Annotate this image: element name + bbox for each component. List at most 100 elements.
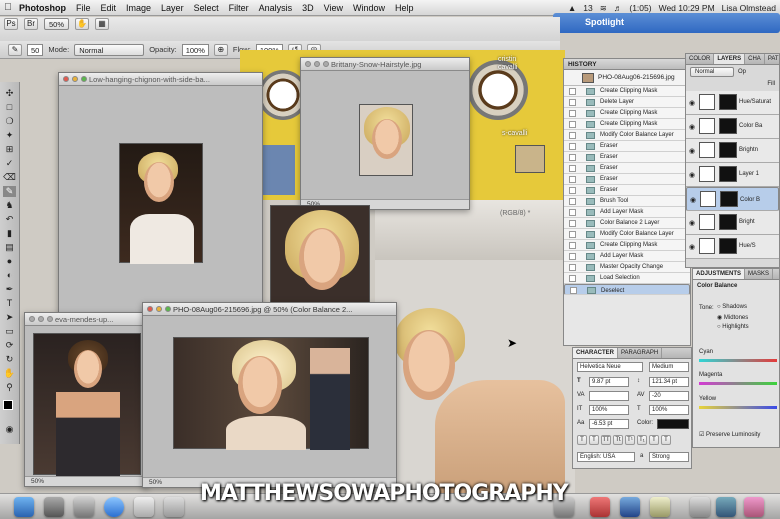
close-button[interactable] [29,316,35,322]
history-brush-source-box[interactable] [570,287,577,294]
eraser-tool-icon[interactable]: ▮ [3,228,16,239]
tab-masks[interactable]: MASKS [745,269,774,279]
layer-mask-thumbnail[interactable] [719,238,737,254]
anti-alias-select[interactable]: Strong [649,452,689,462]
blend-mode-select[interactable]: Normal [690,67,734,77]
menu-image[interactable]: Image [121,3,156,13]
font-family-select[interactable]: Helvetica Neue [577,362,643,372]
vertical-scale-field[interactable]: 100% [589,405,629,415]
window-title-bar[interactable]: Low-hanging-chignon-with-side-ba... [59,73,262,86]
minimize-button[interactable] [156,306,162,312]
hand-tool-icon[interactable]: ✋ [3,368,16,379]
history-item[interactable]: Load Selection [564,273,690,284]
tracking-field[interactable]: -20 [649,391,689,401]
history-item[interactable]: Add Layer Mask [564,251,690,262]
history-item[interactable]: Brush Tool [564,196,690,207]
history-item[interactable]: Eraser [564,152,690,163]
eyedropper-icon[interactable]: ✓ [3,158,16,169]
history-item[interactable]: Eraser [564,141,690,152]
mail-icon[interactable] [74,497,94,517]
history-snapshot[interactable]: PHO-08Aug06-215696.jpg [564,70,690,86]
visibility-eye-icon[interactable]: ◉ [690,196,696,205]
horizontal-scale-field[interactable]: 100% [649,405,689,415]
quick-mask-icon[interactable]: ◉ [3,424,16,435]
hand-tool-icon[interactable]: ✋ [75,17,90,30]
history-item[interactable]: Delete Layer [564,97,690,108]
3d-rotate-icon[interactable]: ⟳ [3,340,16,351]
brush-tool-icon[interactable]: ✎ [3,186,16,197]
visibility-eye-icon[interactable]: ◉ [689,147,695,155]
clone-stamp-icon[interactable]: ♞ [3,200,16,211]
menu-edit[interactable]: Edit [96,3,122,13]
history-item[interactable]: Eraser [564,185,690,196]
tab-layers[interactable]: LAYERS [714,54,746,64]
tab-color[interactable]: COLOR [686,54,715,64]
type-tool-icon[interactable]: T [3,298,16,309]
finder-icon[interactable] [14,497,34,517]
history-brush-source-box[interactable] [569,132,576,139]
strikethrough-button[interactable]: T [661,435,671,445]
text-color-swatch[interactable] [657,419,689,429]
history-item[interactable]: Create Clipping Mask [564,86,690,97]
history-brush-source-box[interactable] [569,187,576,194]
crop-tool-icon[interactable]: ⊞ [3,144,16,155]
layer-mask-thumbnail[interactable] [720,191,738,207]
spotlight-field[interactable]: Spotlight [553,13,780,33]
leading-field[interactable]: 121.34 pt [649,377,689,387]
user-name[interactable]: Lisa Olmstead [722,3,776,13]
history-brush-source-box[interactable] [569,88,576,95]
main-document-canvas[interactable]: (RGB/8) * [375,200,575,493]
menu-help[interactable]: Help [390,3,419,13]
zoom-button[interactable] [81,76,87,82]
layer-row[interactable]: ◉ Layer 1 [686,163,779,187]
history-brush-source-box[interactable] [569,165,576,172]
wifi-icon[interactable]: ≋ [600,3,607,14]
layer-row[interactable]: ◉ Hue/S [686,235,779,259]
history-brush-source-box[interactable] [569,220,576,227]
layer-mask-thumbnail[interactable] [719,214,737,230]
layer-mask-thumbnail[interactable] [719,166,737,182]
bridge-icon[interactable]: Br [24,17,38,30]
window-pho-color-balance[interactable]: PHO-08Aug06-215696.jpg @ 50% (Color Bala… [142,302,397,488]
history-item[interactable]: Eraser [564,174,690,185]
dashboard-icon[interactable] [44,497,64,517]
blur-tool-icon[interactable]: ● [3,256,16,267]
xcode-icon[interactable] [620,497,640,517]
visibility-eye-icon[interactable]: ◉ [689,123,695,131]
window-eva-mendes[interactable]: eva-mendes-up... 50% [24,312,149,487]
visibility-eye-icon[interactable]: ◉ [689,243,695,251]
window-title-bar[interactable]: PHO-08Aug06-215696.jpg @ 50% (Color Bala… [143,303,396,316]
history-item[interactable]: Modify Color Balance Layer [564,229,690,240]
arrange-docs-icon[interactable]: ▦ [95,17,110,30]
tab-channels[interactable]: CHA [745,54,765,64]
marquee-tool-icon[interactable]: □ [3,102,16,113]
clock[interactable]: Wed 10:29 PM [659,3,715,13]
history-brush-source-box[interactable] [569,275,576,282]
all-caps-button[interactable]: TT [601,435,611,445]
visibility-eye-icon[interactable]: ◉ [689,99,695,107]
history-item[interactable]: Eraser [564,163,690,174]
zoom-select[interactable]: 50% [44,17,70,30]
preserve-luminosity-checkbox[interactable]: ☑ Preserve Luminosity [699,431,760,438]
visibility-eye-icon[interactable]: ◉ [689,219,695,227]
address-book-icon[interactable] [134,497,154,517]
font-size-field[interactable]: 9.87 pt [589,377,629,387]
faux-bold-button[interactable]: T [577,435,587,445]
history-brush-source-box[interactable] [569,209,576,216]
layer-row[interactable]: ◉ Color Ba [686,115,779,139]
history-brush-source-box[interactable] [569,110,576,117]
history-brush-source-box[interactable] [569,176,576,183]
minimize-button[interactable] [38,316,44,322]
layer-row[interactable]: ◉ Color B [686,187,779,211]
dodge-tool-icon[interactable]: ◐ [3,270,16,281]
downloads-stack-icon[interactable] [716,497,736,517]
history-item[interactable]: Create Clipping Mask [564,108,690,119]
zoom-button[interactable] [47,316,53,322]
tab-adjustments[interactable]: ADJUSTMENTS [693,269,746,279]
window-low-hanging-chignon[interactable]: Low-hanging-chignon-with-side-ba... [58,72,263,317]
menu-filter[interactable]: Filter [224,3,254,13]
documents-stack-icon[interactable] [744,497,764,517]
history-brush-source-box[interactable] [569,143,576,150]
history-brush-source-box[interactable] [569,231,576,238]
window-title-bar[interactable]: eva-mendes-up... [25,313,148,326]
